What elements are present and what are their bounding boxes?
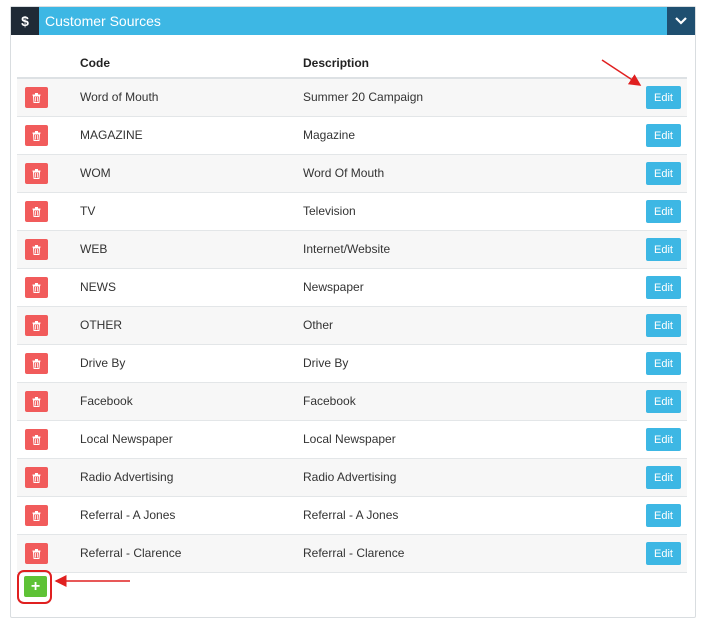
cell-description: Radio Advertising xyxy=(303,470,397,484)
trash-icon xyxy=(32,92,41,103)
trash-icon xyxy=(32,130,41,141)
chevron-down-icon xyxy=(675,17,687,25)
table-row: Referral - A Jones Referral - A Jones Edit xyxy=(17,497,687,535)
table-row: Referral - Clarence Referral - Clarence Ed… xyxy=(17,535,687,573)
table-row: Local Newspaper Local Newspaper Edit xyxy=(17,421,687,459)
delete-button[interactable] xyxy=(25,125,48,146)
cell-code: NEWS xyxy=(80,280,116,294)
edit-button[interactable]: Edit xyxy=(646,504,681,527)
table-header: Code Description xyxy=(17,49,687,79)
delete-button[interactable] xyxy=(25,429,48,450)
edit-button[interactable]: Edit xyxy=(646,124,681,147)
cell-code: WEB xyxy=(80,242,108,256)
cell-description: Newspaper xyxy=(303,280,364,294)
trash-icon xyxy=(32,434,41,445)
cell-description: Facebook xyxy=(303,394,356,408)
cell-description: Word Of Mouth xyxy=(303,166,385,180)
cell-description: Internet/Website xyxy=(303,242,391,256)
cell-code: OTHER xyxy=(80,318,122,332)
edit-button[interactable]: Edit xyxy=(646,542,681,565)
edit-button[interactable]: Edit xyxy=(646,314,681,337)
delete-button[interactable] xyxy=(25,315,48,336)
cell-description: Referral - A Jones xyxy=(303,508,399,522)
edit-button[interactable]: Edit xyxy=(646,238,681,261)
trash-icon xyxy=(32,320,41,331)
table-row: Word of Mouth Summer 20 Campaign Edit xyxy=(17,79,687,117)
trash-icon xyxy=(32,244,41,255)
table-row: Drive By Drive By Edit xyxy=(17,345,687,383)
table-body: Word of Mouth Summer 20 Campaign Edit MAGAZ… xyxy=(17,79,687,573)
cell-code: TV xyxy=(80,204,96,218)
table-row: OTHER Other Edit xyxy=(17,307,687,345)
trash-icon xyxy=(32,472,41,483)
delete-button[interactable] xyxy=(25,391,48,412)
edit-button[interactable]: Edit xyxy=(646,390,681,413)
table-row: MAGAZINE Magazine Edit xyxy=(17,117,687,155)
cell-code: Radio Advertising xyxy=(80,470,174,484)
cell-description: Other xyxy=(303,318,334,332)
edit-button[interactable]: Edit xyxy=(646,162,681,185)
dollar-icon: $ xyxy=(11,7,39,35)
collapse-toggle-button[interactable] xyxy=(667,7,695,35)
cell-description: Local Newspaper xyxy=(303,432,396,446)
delete-button[interactable] xyxy=(25,201,48,222)
cell-code: Referral - Clarence xyxy=(80,546,182,560)
cell-description: Television xyxy=(303,204,356,218)
table-row: TV Television Edit xyxy=(17,193,687,231)
column-header-code: Code xyxy=(80,56,110,70)
add-source-button[interactable]: + xyxy=(24,576,47,597)
cell-description: Referral - Clarence xyxy=(303,546,405,560)
delete-button[interactable] xyxy=(25,353,48,374)
edit-button[interactable]: Edit xyxy=(646,428,681,451)
delete-button[interactable] xyxy=(25,163,48,184)
trash-icon xyxy=(32,510,41,521)
table-row: Facebook Facebook Edit xyxy=(17,383,687,421)
edit-button[interactable]: Edit xyxy=(646,276,681,299)
cell-code: Referral - A Jones xyxy=(80,508,176,522)
trash-icon xyxy=(32,206,41,217)
delete-button[interactable] xyxy=(25,543,48,564)
table-row: Radio Advertising Radio Advertising Edit xyxy=(17,459,687,497)
delete-button[interactable] xyxy=(25,87,48,108)
trash-icon xyxy=(32,358,41,369)
table-row: WEB Internet/Website Edit xyxy=(17,231,687,269)
edit-button[interactable]: Edit xyxy=(646,200,681,223)
table-row: NEWS Newspaper Edit xyxy=(17,269,687,307)
cell-code: WOM xyxy=(80,166,111,180)
cell-description: Magazine xyxy=(303,128,356,142)
cell-code: Word of Mouth xyxy=(80,90,159,104)
column-header-description: Description xyxy=(303,56,370,70)
cell-code: Drive By xyxy=(80,356,126,370)
cell-code: Facebook xyxy=(80,394,133,408)
sources-table: Code Description Word of Mouth Summer 20 … xyxy=(17,49,687,573)
customer-sources-panel: $ Customer Sources Code Description Word… xyxy=(10,6,696,618)
edit-button[interactable]: Edit xyxy=(646,466,681,489)
delete-button[interactable] xyxy=(25,467,48,488)
cell-code: Local Newspaper xyxy=(80,432,173,446)
trash-icon xyxy=(32,168,41,179)
table-row: WOM Word Of Mouth Edit xyxy=(17,155,687,193)
edit-button[interactable]: Edit xyxy=(646,352,681,375)
trash-icon xyxy=(32,548,41,559)
delete-button[interactable] xyxy=(25,505,48,526)
cell-description: Drive By xyxy=(303,356,349,370)
delete-button[interactable] xyxy=(25,277,48,298)
panel-header[interactable]: $ Customer Sources xyxy=(11,7,695,35)
cell-description: Summer 20 Campaign xyxy=(303,90,424,104)
edit-button[interactable]: Edit xyxy=(646,86,681,109)
trash-icon xyxy=(32,396,41,407)
panel-title: Customer Sources xyxy=(45,13,161,29)
delete-button[interactable] xyxy=(25,239,48,260)
trash-icon xyxy=(32,282,41,293)
cell-code: MAGAZINE xyxy=(80,128,143,142)
